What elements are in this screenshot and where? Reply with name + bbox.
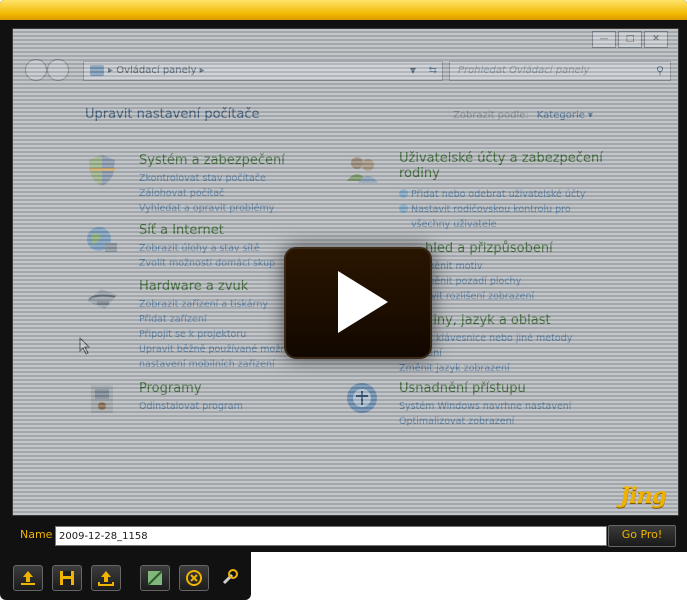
category-link: Připojit se k projektoru [139,329,247,340]
uac-shield-icon [399,189,408,198]
jing-logo: Jing [619,483,667,509]
address-path: Ovládací panely [116,65,197,76]
category-link-text: Přidat nebo odebrat uživatelské účty [411,189,586,200]
category-link: Zkontrolovat stav počítače [139,173,266,184]
category-link: Zálohovat počítač [139,188,225,199]
capture-preview: — □ ✕ ▸ Ovládací panely ▸ ▼ ⇆ Prohledat … [12,28,679,516]
category-link: měnit pozadí plochy [425,276,522,287]
maximize-icon: □ [618,31,642,48]
mouse-cursor-icon [79,337,91,355]
cancel-button[interactable] [179,565,209,591]
category-link: nastavení mobilních zařízení [139,359,275,370]
category-title: Síť a Internet [139,223,224,238]
category-link: Přidat zařízení [139,314,207,325]
category-link: všechny uživatele [411,219,497,230]
jing-preview-window: — □ ✕ ▸ Ovládací panely ▸ ▼ ⇆ Prohledat … [0,0,687,552]
category-title-line2: rodiny [399,166,440,181]
category-link: Nastavit rodičovskou kontrolu pro [399,202,586,217]
copy-icon [147,570,163,586]
back-icon [25,59,47,81]
category-title: diny, jazyk a oblast [425,313,551,328]
copy-button[interactable] [140,565,170,591]
jing-title-bar[interactable] [0,0,687,20]
category-link: Změnit jazyk zobrazení [399,363,510,374]
category-link: Upravit běžně používané možnosti [139,344,304,355]
minimize-icon: — [592,31,616,48]
network-globe-icon [87,227,117,252]
category-title: Systém a zabezpečení [139,153,285,168]
share-screencast-icon [21,571,35,585]
category-link: Systém Windows navrhne nastavení [399,401,572,412]
captured-window-controls: — □ ✕ [592,31,668,48]
captured-address-bar: ▸ Ovládací panely ▸ ▼ ⇆ [83,61,443,81]
programs-icon [91,385,113,413]
category-link: Odinstalovat program [139,401,243,412]
share-screencast-button[interactable] [13,565,43,591]
category-title: hled a přizpůsobení [425,241,553,256]
ease-of-access-icon [347,383,377,413]
category-title: Hardware a zvuk [139,279,249,294]
share-button[interactable] [91,565,121,591]
chevron-down-icon: ▾ [587,110,593,121]
category-title-wrap: Uživatelské účty a zabezpečení rodiny [399,151,603,181]
view-by: Zobrazit podle: Kategorie ▾ [453,110,593,121]
search-placeholder: Prohledat Ovládací panely [458,65,590,76]
category-link: měnit motiv [425,261,483,272]
category-link: Zobrazit úlohy a stav sítě [139,243,260,254]
view-by-label: Zobrazit podle: [453,110,529,121]
uac-shield-icon [399,204,408,213]
category-link: Přidat nebo odebrat uživatelské účty [399,187,586,202]
category-link: Optimalizovat zobrazení [399,416,515,427]
category-title: Programy [139,381,202,396]
play-button[interactable] [284,247,432,359]
chevron-down-icon: ▼ [409,66,416,75]
jing-toolbar [0,552,251,600]
category-link: Vyhledat a opravit problémy [139,203,275,214]
printer-icon [87,289,117,309]
name-row: Name Go Pro! [0,520,687,552]
tools-icon [222,569,238,585]
category-title: Usnadnění přístupu [399,381,526,396]
cancel-icon [186,570,202,586]
address-chevron-icon: ▸ [108,65,117,76]
shield-icon [89,155,115,186]
save-button[interactable] [52,565,82,591]
search-icon: ⚲ [655,64,664,77]
name-input[interactable] [55,526,607,546]
address-chevron-icon: ▸ [196,65,205,76]
category-title: Uživatelské účty a zabezpečení [399,151,603,166]
category-link: avit rozlišení zobrazení [425,291,535,302]
captured-navigation-bar: ▸ Ovládací panely ▸ ▼ ⇆ Prohledat Ovláda… [21,59,671,83]
category-link-text: Nastavit rodičovskou kontrolu pro [411,204,571,215]
refresh-icon: ⇆ [428,65,437,76]
category-link: Zvolit možnosti domácí skup [139,258,276,269]
tools-button[interactable] [216,565,240,589]
view-by-value: Kategorie [536,110,585,121]
control-panel-icon [90,65,104,76]
save-icon [60,571,74,585]
page-title: Upravit nastavení počítače [85,107,260,122]
close-icon: ✕ [644,31,668,48]
go-pro-button[interactable]: Go Pro! [608,525,676,547]
captured-search-box: Prohledat Ovládací panely ⚲ [449,61,671,81]
play-icon [338,271,388,333]
forward-icon [47,59,69,81]
name-label: Name [20,528,53,541]
category-link: Zobrazit zařízení a tiskárny [139,299,269,310]
users-icon [347,157,378,183]
share-icon [98,571,114,586]
